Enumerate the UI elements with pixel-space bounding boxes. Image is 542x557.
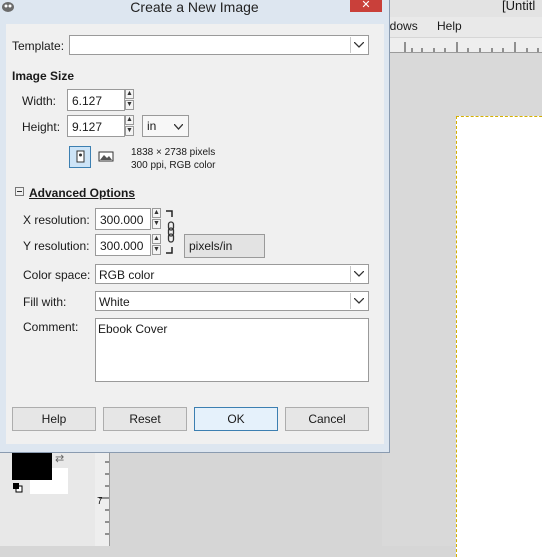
width-label: Width: <box>22 94 57 108</box>
comment-textarea[interactable]: Ebook Cover <box>95 318 369 382</box>
height-input[interactable]: 9.127 <box>67 115 125 137</box>
width-input[interactable]: 6.127 <box>67 89 125 111</box>
main-window-title: [Untitl <box>502 0 536 13</box>
stepper-down-icon[interactable]: ▼ <box>152 219 161 229</box>
menu-help[interactable]: Help <box>437 19 462 33</box>
color-space-label: Color space: <box>23 268 91 282</box>
comment-label: Comment: <box>23 320 79 334</box>
y-resolution-label: Y resolution: <box>23 239 90 253</box>
advanced-options-expander[interactable] <box>15 187 24 196</box>
foreground-color-swatch[interactable] <box>12 452 52 480</box>
close-button[interactable]: ✕ <box>350 0 382 12</box>
reset-button[interactable]: Reset <box>103 407 187 431</box>
resolution-info: 300 ppi, RGB color <box>131 160 216 171</box>
width-stepper[interactable]: ▲ ▼ <box>125 89 135 111</box>
stepper-up-icon[interactable]: ▲ <box>152 208 161 218</box>
portrait-orientation-button[interactable] <box>69 146 91 168</box>
swap-colors-icon[interactable]: ⇄ <box>55 452 64 465</box>
stepper-up-icon[interactable]: ▲ <box>125 115 134 125</box>
cancel-button[interactable]: Cancel <box>285 407 369 431</box>
fill-with-label: Fill with: <box>23 295 67 309</box>
fill-with-combo[interactable]: White <box>95 291 369 311</box>
x-resolution-input[interactable]: 300.000 <box>95 208 151 230</box>
resolution-unit-select[interactable]: pixels/in <box>184 234 265 258</box>
stepper-up-icon[interactable]: ▲ <box>125 89 134 99</box>
chevron-down-icon[interactable] <box>350 293 367 309</box>
landscape-orientation-button[interactable] <box>96 146 118 168</box>
comment-text: Ebook Cover <box>98 322 168 336</box>
chevron-down-icon[interactable] <box>350 37 367 53</box>
y-resolution-stepper[interactable]: ▲ ▼ <box>152 234 162 256</box>
x-resolution-stepper[interactable]: ▲ ▼ <box>152 208 162 230</box>
default-colors-icon[interactable] <box>13 482 23 493</box>
image-canvas[interactable] <box>456 116 542 557</box>
height-label: Height: <box>22 120 61 134</box>
template-combo[interactable] <box>69 35 369 55</box>
height-stepper[interactable]: ▲ ▼ <box>125 115 135 137</box>
chevron-down-icon <box>174 124 183 130</box>
chain-link-icon[interactable] <box>164 208 178 256</box>
y-resolution-input[interactable]: 300.000 <box>95 234 151 256</box>
ok-button[interactable]: OK <box>194 407 278 431</box>
dialog-title: Create a New Image <box>130 0 259 15</box>
stepper-down-icon[interactable]: ▼ <box>125 100 134 110</box>
create-new-image-dialog: Create a New Image ✕ Template: Image Siz… <box>0 0 390 453</box>
horizontal-ruler[interactable] <box>382 38 542 53</box>
pixel-size-info: 1838 × 2738 pixels <box>131 147 216 158</box>
advanced-options-heading[interactable]: Advanced Options <box>29 186 135 200</box>
stepper-down-icon[interactable]: ▼ <box>152 245 161 255</box>
x-resolution-label: X resolution: <box>23 213 90 227</box>
template-label: Template: <box>12 39 65 53</box>
help-button[interactable]: Help <box>12 407 96 431</box>
image-size-heading: Image Size <box>12 69 75 83</box>
stepper-down-icon[interactable]: ▼ <box>125 126 134 136</box>
stepper-up-icon[interactable]: ▲ <box>152 234 161 244</box>
ruler-label: 7 <box>97 496 103 507</box>
color-space-combo[interactable]: RGB color <box>95 264 369 284</box>
vertical-ruler[interactable]: 7 <box>95 452 110 546</box>
size-unit-select[interactable]: in <box>142 115 189 137</box>
chevron-down-icon[interactable] <box>350 266 367 282</box>
